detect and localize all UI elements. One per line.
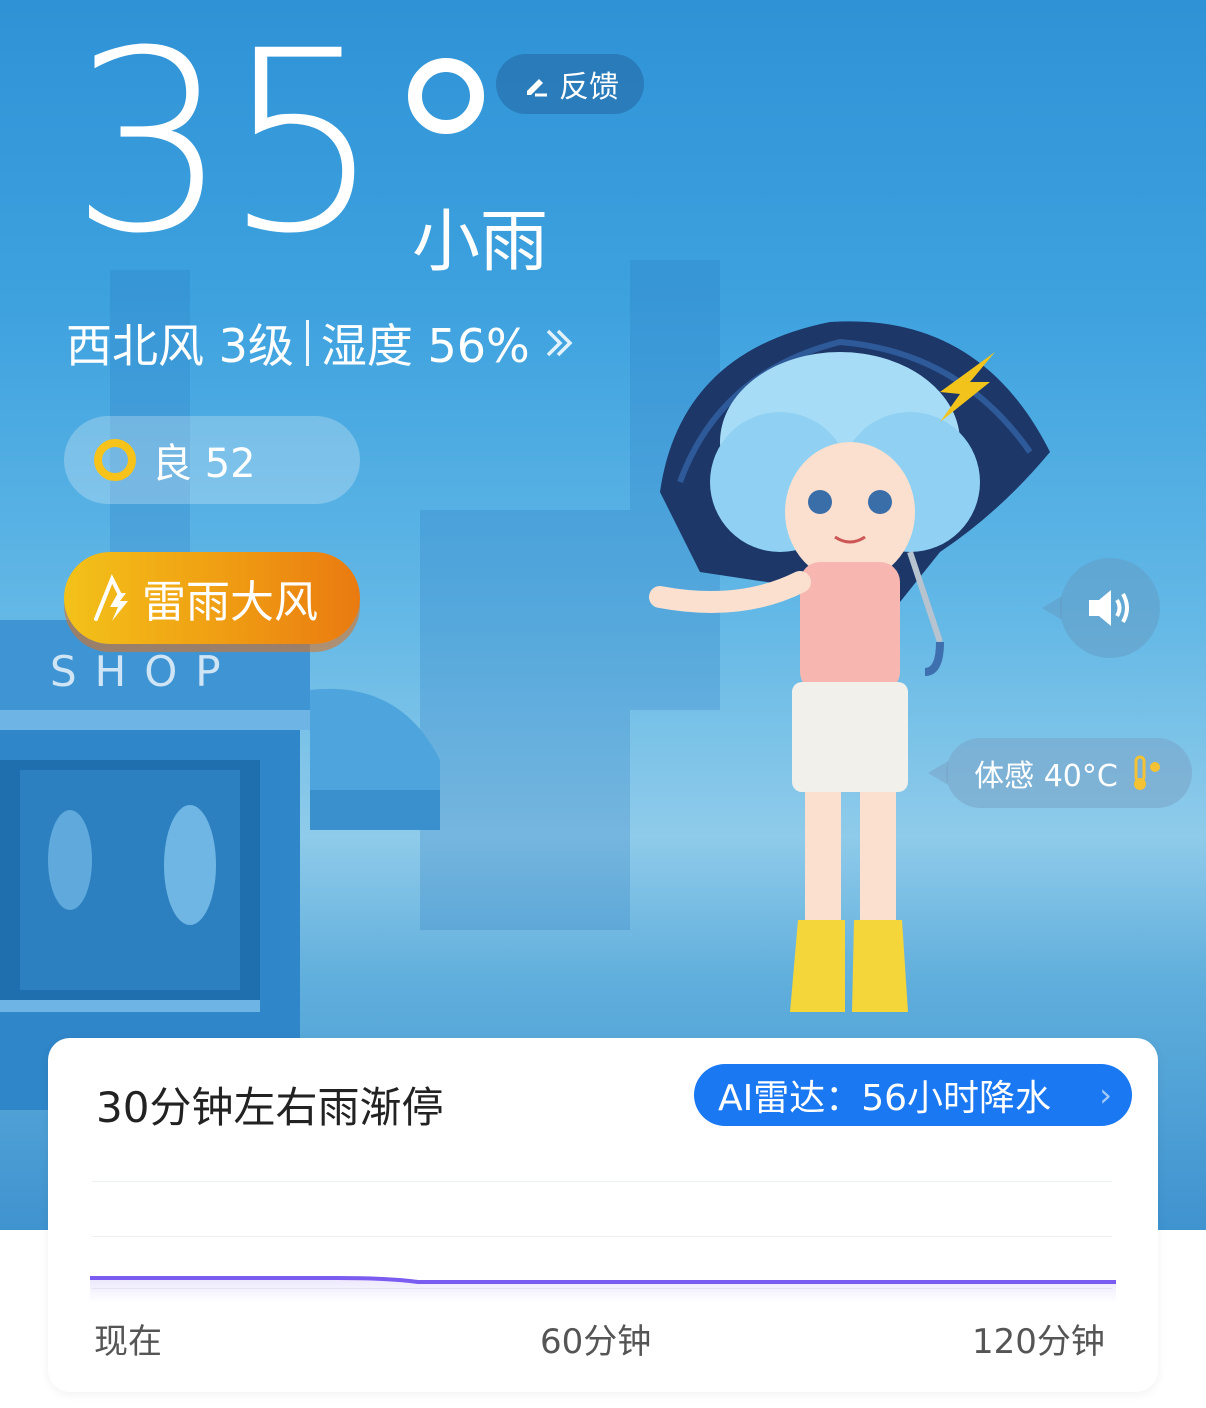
weather-condition: 小雨	[412, 203, 549, 282]
divider	[305, 320, 309, 366]
grid-line	[92, 1236, 1112, 1237]
alert-label: 雷雨大风	[142, 577, 318, 628]
humidity-info: 湿度 56%	[320, 319, 530, 373]
shop-sign: SHOP	[50, 647, 239, 696]
feedback-button[interactable]: 反馈	[496, 54, 644, 114]
chevrons-right-icon	[546, 329, 573, 357]
axis-label-60: 60分钟	[540, 1322, 652, 1362]
weather-alert-button[interactable]: 雷雨大风	[64, 552, 360, 644]
wind-info: 西北风 3级	[66, 319, 294, 373]
voice-broadcast-button[interactable]	[1042, 558, 1160, 658]
feels-like-label: 体感 40°C	[974, 759, 1118, 794]
feedback-label: 反馈	[559, 70, 619, 105]
chevron-right-icon: ›	[1099, 1076, 1112, 1114]
axis-label-now: 现在	[94, 1322, 162, 1362]
precip-chart	[90, 1276, 1116, 1303]
precip-summary: 30分钟左右雨渐停	[96, 1083, 444, 1132]
grid-line	[92, 1181, 1112, 1182]
ai-radar-button[interactable]: AI雷达：56小时降水 ›	[694, 1064, 1132, 1126]
air-quality-pill[interactable]: 良 52	[64, 416, 360, 504]
edit-icon	[527, 79, 547, 97]
axis-label-120: 120分钟	[972, 1322, 1105, 1362]
radar-label: AI雷达：56小时降水	[718, 1078, 1052, 1119]
current-temperature: 35	[70, 0, 382, 288]
wind-humidity-row[interactable]: 西北风 3级 湿度 56%	[66, 310, 578, 376]
lightning-warning-icon	[94, 574, 128, 621]
weather-character	[649, 321, 1050, 1012]
aqi-label: 良 52	[152, 441, 256, 487]
thermometer-sun-icon	[1133, 755, 1160, 790]
speaker-icon	[1089, 590, 1129, 626]
feels-like-bubble[interactable]: 体感 40°C	[928, 738, 1192, 808]
aqi-ring-icon	[94, 439, 136, 481]
precipitation-card: 30分钟左右雨渐停 AI雷达：56小时降水 › 现在 60分钟 120分钟	[48, 1038, 1158, 1392]
degree-symbol	[408, 58, 484, 134]
